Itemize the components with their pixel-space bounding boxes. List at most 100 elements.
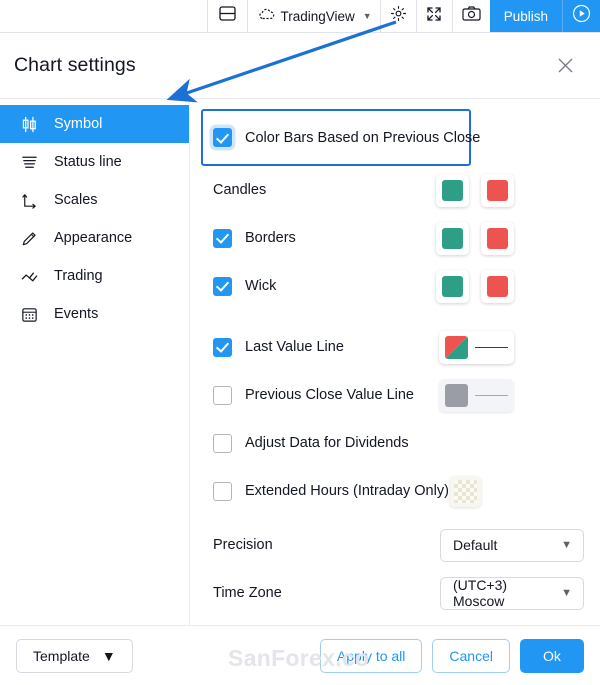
cloud-dashed-icon — [258, 8, 275, 24]
sidebar-item-label: Events — [54, 306, 99, 322]
sidebar-item-label: Symbol — [54, 116, 103, 132]
calendar-icon — [18, 303, 40, 325]
last-value-line-style-button[interactable] — [439, 330, 514, 364]
publish-button[interactable]: Publish — [489, 0, 562, 32]
layout-split-button[interactable] — [206, 0, 247, 32]
line-style-preview — [475, 346, 508, 348]
wick-down-color-button[interactable] — [481, 269, 514, 303]
sidebar-item-label: Status line — [54, 154, 122, 170]
color-bars-label: Color Bars Based on Previous Close — [245, 129, 481, 146]
sidebar-item-scales[interactable]: Scales — [0, 181, 189, 219]
setting-row-candles[interactable]: Candles — [190, 166, 600, 214]
apply-to-all-label: Apply to all — [336, 647, 406, 664]
previous-close-line-style-button[interactable] — [439, 378, 514, 412]
chevron-down-icon: ▼ — [561, 539, 572, 551]
previous-close-line-checkbox[interactable] — [213, 385, 232, 405]
sidebar-item-symbol[interactable]: Symbol — [0, 105, 189, 143]
ok-label: Ok — [543, 647, 561, 664]
precision-select[interactable]: Default ▼ — [440, 528, 584, 562]
gray-color-swatch — [445, 383, 468, 407]
up-color-swatch — [442, 227, 463, 249]
cancel-button[interactable]: Cancel — [432, 638, 510, 673]
setting-row-borders[interactable]: Borders — [190, 214, 600, 262]
chevron-down-icon: ▼ — [561, 587, 572, 599]
timezone-label: Time Zone — [213, 585, 282, 601]
setting-row-precision[interactable]: Precision Default ▼ — [190, 521, 600, 569]
setting-row-adjust-dividends[interactable]: Adjust Data for Dividends — [190, 419, 600, 467]
snapshot-button[interactable] — [451, 0, 490, 32]
zigzag-icon — [18, 265, 40, 287]
cancel-label: Cancel — [449, 647, 493, 664]
page-title: Chart settings — [14, 54, 136, 76]
layout-split-icon — [218, 6, 236, 26]
chart-settings-window: TradingView ▼ Publish Chart settings Sym… — [0, 0, 600, 685]
wick-up-color-button[interactable] — [436, 269, 469, 303]
axes-icon — [18, 189, 40, 211]
timezone-select[interactable]: (UTC+3) Moscow ▼ — [440, 576, 584, 610]
checkerboard-swatch — [454, 479, 477, 503]
dialog-header: Chart settings — [0, 33, 600, 98]
close-icon — [558, 58, 572, 73]
setting-row-last-value-line[interactable]: Last Value Line — [190, 323, 600, 371]
precision-value: Default — [453, 537, 498, 553]
precision-label: Precision — [213, 537, 273, 553]
color-bars-checkbox[interactable] — [213, 128, 232, 147]
ok-button[interactable]: Ok — [520, 638, 584, 673]
play-button[interactable] — [562, 0, 600, 32]
setting-row-extended-hours[interactable]: Extended Hours (Intraday Only) — [190, 467, 600, 515]
borders-label: Borders — [245, 230, 296, 246]
wick-color-swatches — [436, 269, 514, 303]
dialog-body: Symbol Status line Scales Appearance Tra… — [0, 98, 600, 625]
line-style-preview — [475, 394, 508, 396]
template-dropdown-button[interactable]: Template ▼ — [16, 638, 133, 673]
play-circle-icon — [572, 4, 591, 28]
setting-row-timezone[interactable]: Time Zone (UTC+3) Moscow ▼ — [190, 569, 600, 617]
camera-icon — [462, 6, 481, 26]
settings-sidebar: Symbol Status line Scales Appearance Tra… — [0, 99, 190, 625]
setting-row-color-bars[interactable]: Color Bars Based on Previous Close — [190, 109, 600, 166]
data-source-button[interactable]: TradingView ▼ — [246, 0, 380, 32]
wick-checkbox[interactable] — [213, 276, 232, 296]
setting-row-previous-close-line[interactable]: Previous Close Value Line — [190, 371, 600, 419]
close-button[interactable] — [552, 53, 578, 79]
borders-up-color-button[interactable] — [436, 221, 469, 255]
extended-hours-label: Extended Hours (Intraday Only) — [245, 483, 449, 499]
down-color-swatch — [487, 275, 508, 297]
down-color-swatch — [487, 227, 508, 249]
sidebar-item-appearance[interactable]: Appearance — [0, 219, 189, 257]
chart-settings-gear-button[interactable] — [379, 0, 416, 32]
template-label: Template — [33, 647, 90, 664]
last-value-line-checkbox[interactable] — [213, 337, 232, 357]
diagonal-color-swatch — [445, 335, 468, 359]
sidebar-item-label: Trading — [54, 268, 103, 284]
candles-up-color-button[interactable] — [436, 173, 469, 207]
sidebar-item-label: Scales — [54, 192, 98, 208]
previous-close-line-label: Previous Close Value Line — [245, 387, 414, 403]
pencil-icon — [18, 227, 40, 249]
sidebar-item-trading[interactable]: Trading — [0, 257, 189, 295]
sidebar-item-events[interactable]: Events — [0, 295, 189, 333]
down-color-swatch — [487, 179, 508, 201]
candlestick-icon — [18, 113, 40, 135]
apply-to-all-button[interactable]: Apply to all — [319, 638, 423, 673]
status-lines-icon — [18, 151, 40, 173]
up-color-swatch — [442, 179, 463, 201]
data-source-label: TradingView — [280, 8, 355, 24]
fullscreen-icon — [426, 6, 442, 27]
fullscreen-button[interactable] — [415, 0, 452, 32]
settings-panel: Color Bars Based on Previous Close Candl… — [190, 99, 600, 625]
gear-icon — [390, 5, 407, 27]
up-color-swatch — [442, 275, 463, 297]
borders-down-color-button[interactable] — [481, 221, 514, 255]
setting-row-wick[interactable]: Wick — [190, 262, 600, 310]
candles-color-swatches — [436, 173, 514, 207]
extended-hours-color-button[interactable] — [450, 475, 481, 507]
candles-down-color-button[interactable] — [481, 173, 514, 207]
chevron-down-icon: ▼ — [101, 647, 116, 664]
extended-hours-checkbox[interactable] — [213, 481, 232, 501]
chart-toolbar: TradingView ▼ Publish — [0, 0, 600, 33]
adjust-dividends-checkbox[interactable] — [213, 433, 232, 453]
sidebar-item-status-line[interactable]: Status line — [0, 143, 189, 181]
timezone-value: (UTC+3) Moscow — [453, 577, 508, 609]
borders-checkbox[interactable] — [213, 228, 232, 248]
